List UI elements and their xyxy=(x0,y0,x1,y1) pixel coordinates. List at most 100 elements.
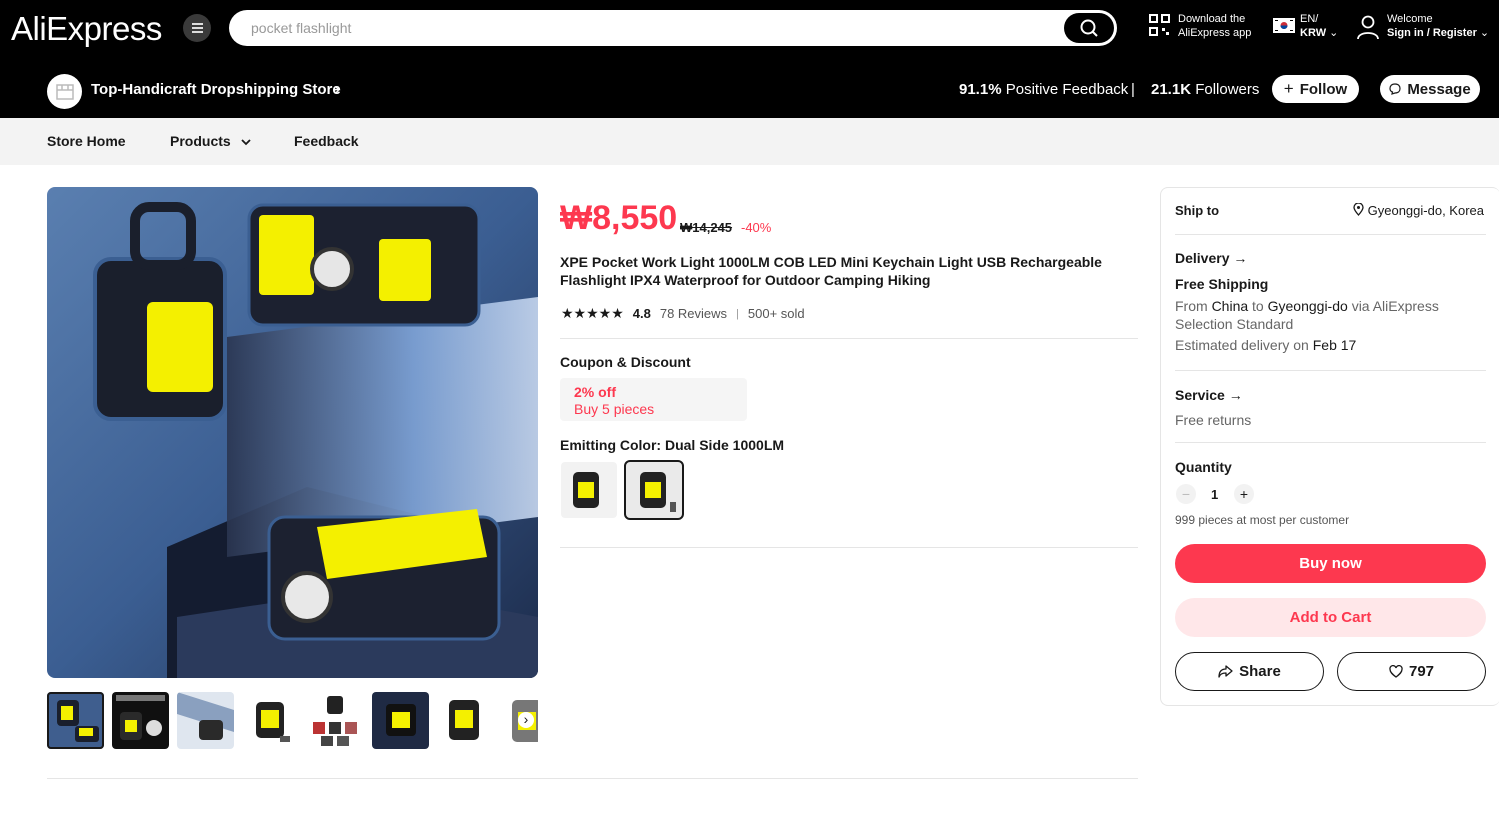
search-input[interactable] xyxy=(251,10,1051,46)
color-swatch[interactable] xyxy=(561,462,617,518)
message-label: Message xyxy=(1407,80,1471,98)
thumbnail[interactable] xyxy=(47,692,104,749)
menu-icon[interactable] xyxy=(183,14,211,42)
from-word: From xyxy=(1175,298,1208,314)
share-label: Share xyxy=(1239,663,1281,680)
positive-feedback: 91.1% Positive Feedback xyxy=(959,81,1128,98)
ship-to-value: Gyeonggi-do, Korea xyxy=(1367,203,1484,218)
nav-products-label: Products xyxy=(170,133,231,149)
original-price: ₩14,245 xyxy=(680,220,733,235)
divider xyxy=(1175,234,1486,235)
chevron-right-icon[interactable]: › xyxy=(518,712,534,728)
coupon-condition: Buy 5 pieces xyxy=(574,401,655,417)
to-word: to xyxy=(1252,298,1264,314)
arrow-right-icon: → xyxy=(1228,387,1243,403)
followers-value: 21.1K xyxy=(1151,81,1192,98)
store-icon xyxy=(55,83,74,100)
user-icon xyxy=(1357,15,1379,40)
currency-label: KRW xyxy=(1300,27,1327,39)
via-text: via AliExpress xyxy=(1351,298,1439,314)
discount-badge: -40% xyxy=(741,220,772,235)
app-line1: Download the xyxy=(1178,13,1246,25)
chevron-down-icon: ⌄ xyxy=(1479,27,1490,39)
thumbnail[interactable] xyxy=(372,692,429,749)
origin: China xyxy=(1211,298,1249,314)
message-button[interactable]: Message xyxy=(1380,75,1480,103)
follow-button[interactable]: + Follow xyxy=(1272,75,1359,103)
thumbnail-strip: › xyxy=(47,692,538,750)
location-pin-icon xyxy=(1353,202,1364,216)
star-rating-icon: ★★★★★ xyxy=(561,305,624,321)
quantity-note: 999 pieces at most per customer xyxy=(1175,513,1350,527)
thumbnail[interactable] xyxy=(307,692,364,749)
service-value: Free returns xyxy=(1175,412,1252,428)
thumbnail[interactable] xyxy=(177,692,234,749)
reviews-link[interactable]: 78 Reviews xyxy=(660,306,727,321)
store-nav: Store Home Products Feedback xyxy=(0,118,1499,165)
add-to-cart-button[interactable]: Add to Cart xyxy=(1175,598,1486,637)
estimated-text: Estimated delivery on xyxy=(1175,337,1309,353)
wishlist-button[interactable]: 797 xyxy=(1337,652,1486,691)
feedback-value: 91.1% xyxy=(959,81,1002,98)
coupon-card[interactable]: 2% off Buy 5 pieces xyxy=(560,378,747,421)
chat-bubble-icon xyxy=(1389,83,1401,95)
thumbnail[interactable] xyxy=(242,692,299,749)
share-icon xyxy=(1218,665,1233,678)
estimated-delivery: Estimated delivery on Feb 17 xyxy=(1175,337,1356,353)
rating-separator: | xyxy=(736,307,739,320)
rating-value: 4.8 xyxy=(632,306,651,321)
top-header: AliExpress Download the AliExpress app E… xyxy=(0,0,1499,118)
korea-flag-icon xyxy=(1273,18,1295,33)
thumbnail[interactable] xyxy=(437,692,494,749)
color-heading: Emitting Color: Dual Side 1000LM xyxy=(560,437,785,453)
buy-now-button[interactable]: Buy now xyxy=(1175,544,1486,583)
destination: Gyeonggi-do xyxy=(1267,298,1348,314)
coupon-title: 2% off xyxy=(574,384,616,400)
app-line2: AliExpress app xyxy=(1178,27,1252,39)
qr-code-icon xyxy=(1149,14,1170,36)
coupon-heading: Coupon & Discount xyxy=(560,354,691,370)
aliexpress-logo[interactable]: AliExpress xyxy=(11,10,162,48)
search-button[interactable] xyxy=(1064,13,1114,43)
service-link[interactable]: Service → xyxy=(1175,387,1243,403)
rating-row: ★★★★★ 4.8 78 Reviews | 500+ sold xyxy=(561,305,805,322)
heart-icon xyxy=(1389,665,1403,678)
divider xyxy=(1175,442,1486,443)
quantity-decrement-button[interactable]: − xyxy=(1176,484,1196,504)
search-icon xyxy=(1080,19,1098,37)
main-product-image[interactable] xyxy=(47,187,538,678)
chevron-down-icon xyxy=(240,139,251,146)
welcome-label: Welcome xyxy=(1387,13,1433,25)
share-button[interactable]: Share xyxy=(1175,652,1324,691)
nav-feedback[interactable]: Feedback xyxy=(294,133,359,149)
estimated-date: Feb 17 xyxy=(1312,337,1357,353)
nav-products[interactable]: Products xyxy=(170,133,251,149)
service-label: Service xyxy=(1175,387,1225,403)
quantity-increment-button[interactable]: + xyxy=(1234,484,1254,504)
followers-label: Followers xyxy=(1195,81,1260,98)
divider xyxy=(1175,370,1486,371)
thumbnail[interactable] xyxy=(112,692,169,749)
divider xyxy=(560,547,1138,548)
nav-store-home[interactable]: Store Home xyxy=(47,133,126,149)
divider xyxy=(47,778,1138,779)
followers: 21.1K Followers xyxy=(1151,81,1259,98)
chevron-right-icon[interactable]: › xyxy=(334,79,340,100)
store-name-link[interactable]: Top-Handicraft Dropshipping Store xyxy=(91,81,341,98)
search-bar xyxy=(229,10,1117,46)
chevron-down-icon: ⌄ xyxy=(1329,27,1339,39)
current-price: ₩8,550 xyxy=(560,199,678,237)
quantity-value[interactable]: 1 xyxy=(1211,487,1218,502)
store-bar: Top-Handicraft Dropshipping Store › 91.1… xyxy=(0,62,1499,118)
ship-to-selector[interactable]: Gyeonggi-do, Korea xyxy=(1353,202,1484,218)
plus-icon: + xyxy=(1283,79,1294,98)
free-shipping: Free Shipping xyxy=(1175,276,1269,292)
delivery-link[interactable]: Delivery → xyxy=(1175,250,1247,266)
stat-separator: | xyxy=(1131,81,1135,98)
sign-in-register-link[interactable]: Sign in / Register xyxy=(1387,27,1477,39)
store-avatar[interactable] xyxy=(47,74,82,109)
follow-label: Follow xyxy=(1299,80,1348,98)
color-swatch-selected[interactable] xyxy=(624,460,684,520)
delivery-label: Delivery xyxy=(1175,250,1230,266)
via-line2: Selection Standard xyxy=(1175,316,1294,332)
